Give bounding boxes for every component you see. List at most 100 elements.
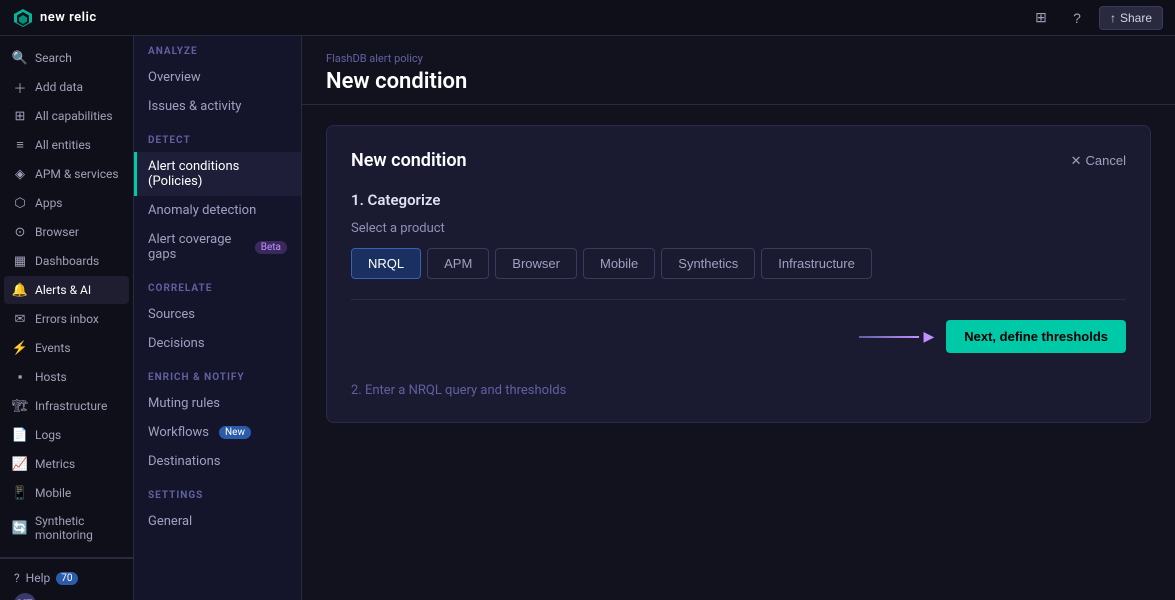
tab-infrastructure[interactable]: Infrastructure <box>761 248 872 279</box>
mobile-icon: 📱 <box>12 485 28 501</box>
help-badge: 70 <box>56 572 77 585</box>
sidebar-item-sources[interactable]: Sources <box>134 300 301 329</box>
sidebar-item-mobile[interactable]: 📱 Mobile <box>4 479 129 507</box>
condition-card-header: New condition ✕ Cancel <box>351 150 1126 171</box>
sidebar-item-alerts-ai[interactable]: 🔔 Alerts & AI <box>4 276 129 304</box>
analyze-section-title: ANALYZE <box>134 46 301 63</box>
arrow-indicator: ▶ <box>859 329 934 345</box>
topbar: new relic ⊞ ? ↑ Share <box>0 0 1175 36</box>
nav-top-items: 🔍 Search ＋ Add data ⊞ All capabilities ≡… <box>0 36 133 558</box>
step2-row: 2. Enter a NRQL query and thresholds <box>351 369 1126 398</box>
sidebar-item-browser[interactable]: ⊙ Browser <box>4 218 129 246</box>
logo: new relic <box>12 7 97 29</box>
synthetic-icon: 🔄 <box>12 520 28 536</box>
sidebar-section-correlate: CORRELATE Sources Decisions <box>134 273 301 362</box>
dashboards-icon: ▦ <box>12 253 28 269</box>
content-header: FlashDB alert policy New condition <box>302 36 1175 105</box>
arrow-right-icon: ▶ <box>923 329 934 345</box>
tab-apm[interactable]: APM <box>427 248 489 279</box>
hosts-icon: ▪ <box>12 369 28 385</box>
arrow-line <box>859 336 919 338</box>
tab-browser[interactable]: Browser <box>495 248 577 279</box>
sidebar-section-settings: SETTINGS General <box>134 480 301 540</box>
sidebar-item-errors-inbox[interactable]: ✉ Errors inbox <box>4 305 129 333</box>
beta-badge: Beta <box>255 241 287 254</box>
sidebar-item-anomaly-detection[interactable]: Anomaly detection <box>134 196 301 225</box>
events-icon: ⚡ <box>12 340 28 356</box>
sidebar-item-all-entities[interactable]: ≡ All entities <box>4 131 129 159</box>
categorize-section: 1. Categorize Select a product NRQL APM … <box>351 191 1126 353</box>
cancel-x-icon: ✕ <box>1071 153 1082 169</box>
define-thresholds-area: ▶ Next, define thresholds <box>351 299 1126 353</box>
inbox-icon: ✉ <box>12 311 28 327</box>
step1-heading: 1. Categorize <box>351 191 1126 209</box>
sidebar-section-detect: DETECT Alert conditions (Policies) Anoma… <box>134 125 301 273</box>
sidebar-item-apps[interactable]: ⬡ Apps <box>4 189 129 217</box>
sidebar-item-dashboards[interactable]: ▦ Dashboards <box>4 247 129 275</box>
new-relic-logo-icon <box>12 7 34 29</box>
left-nav: 🔍 Search ＋ Add data ⊞ All capabilities ≡… <box>0 36 134 600</box>
logo-text: new relic <box>40 10 97 25</box>
settings-section-title: SETTINGS <box>134 490 301 507</box>
sidebar-item-events[interactable]: ⚡ Events <box>4 334 129 362</box>
alerts-icon: 🔔 <box>12 282 28 298</box>
page-title: New condition <box>326 69 1151 94</box>
sidebar-item-hosts[interactable]: ▪ Hosts <box>4 363 129 391</box>
product-tabs: NRQL APM Browser Mobile Synthetics <box>351 248 1126 279</box>
user-profile[interactable]: MT Mehreen Tahir <box>8 589 125 600</box>
correlate-section-title: CORRELATE <box>134 283 301 300</box>
sidebar-item-synthetic-monitoring[interactable]: 🔄 Synthetic monitoring <box>4 508 129 548</box>
sidebar-item-general[interactable]: General <box>134 507 301 536</box>
sidebar-item-workflows[interactable]: Workflows New <box>134 418 301 447</box>
help-icon-btn[interactable]: ? <box>1063 4 1091 32</box>
sidebar-item-overview[interactable]: Overview <box>134 63 301 92</box>
sidebar-section-analyze: ANALYZE Overview Issues & activity <box>134 36 301 125</box>
condition-card: New condition ✕ Cancel 1. Categorize Sel… <box>326 125 1151 423</box>
sidebar-item-decisions[interactable]: Decisions <box>134 329 301 358</box>
list-icon: ≡ <box>12 137 28 153</box>
condition-card-title: New condition <box>351 150 467 171</box>
dashboard-icon-btn[interactable]: ⊞ <box>1027 4 1055 32</box>
tab-nrql[interactable]: NRQL <box>351 248 421 279</box>
sidebar-item-apm[interactable]: ◈ APM & services <box>4 160 129 188</box>
apps-icon: ⬡ <box>12 195 28 211</box>
select-product-label: Select a product <box>351 221 1126 236</box>
sidebar-item-all-capabilities[interactable]: ⊞ All capabilities <box>4 102 129 130</box>
sidebar-item-alert-conditions[interactable]: Alert conditions (Policies) <box>134 152 301 196</box>
share-button[interactable]: ↑ Share <box>1099 6 1163 30</box>
next-define-thresholds-button[interactable]: Next, define thresholds <box>946 320 1126 353</box>
main-content: FlashDB alert policy New condition New c… <box>302 36 1175 600</box>
sidebar-item-issues-activity[interactable]: Issues & activity <box>134 92 301 121</box>
cancel-button[interactable]: ✕ Cancel <box>1071 153 1126 169</box>
content-body: New condition ✕ Cancel 1. Categorize Sel… <box>302 105 1175 600</box>
help-icon: ? <box>14 571 20 585</box>
tab-mobile[interactable]: Mobile <box>583 248 655 279</box>
topbar-actions: ⊞ ? ↑ Share <box>1027 4 1163 32</box>
sidebar-item-logs[interactable]: 📄 Logs <box>4 421 129 449</box>
plus-icon: ＋ <box>12 79 28 95</box>
infrastructure-icon: 🏗 <box>12 398 28 414</box>
metrics-icon: 📈 <box>12 456 28 472</box>
search-icon: 🔍 <box>12 50 28 66</box>
new-badge: New <box>219 426 251 439</box>
enrich-notify-section-title: ENRICH & NOTIFY <box>134 372 301 389</box>
step2-label: 2. Enter a NRQL query and thresholds <box>351 383 1126 398</box>
sidebar-item-muting-rules[interactable]: Muting rules <box>134 389 301 418</box>
main-layout: 🔍 Search ＋ Add data ⊞ All capabilities ≡… <box>0 36 1175 600</box>
sidebar-item-search[interactable]: 🔍 Search <box>4 44 129 72</box>
apm-icon: ◈ <box>12 166 28 182</box>
sidebar-item-metrics[interactable]: 📈 Metrics <box>4 450 129 478</box>
sidebar-item-add-data[interactable]: ＋ Add data <box>4 73 129 101</box>
help-row[interactable]: ? Help 70 <box>8 567 125 589</box>
sidebar-item-destinations[interactable]: Destinations <box>134 447 301 476</box>
detect-section-title: DETECT <box>134 135 301 152</box>
tab-synthetics[interactable]: Synthetics <box>661 248 755 279</box>
sidebar-item-alert-coverage-gaps[interactable]: Alert coverage gaps Beta <box>134 225 301 269</box>
alerts-sidebar: ANALYZE Overview Issues & activity DETEC… <box>134 36 302 600</box>
logs-icon: 📄 <box>12 427 28 443</box>
sidebar-item-infrastructure[interactable]: 🏗 Infrastructure <box>4 392 129 420</box>
sidebar-section-enrich-notify: ENRICH & NOTIFY Muting rules Workflows N… <box>134 362 301 480</box>
breadcrumb: FlashDB alert policy <box>326 52 1151 65</box>
grid-icon: ⊞ <box>12 108 28 124</box>
share-icon: ↑ <box>1110 11 1116 25</box>
